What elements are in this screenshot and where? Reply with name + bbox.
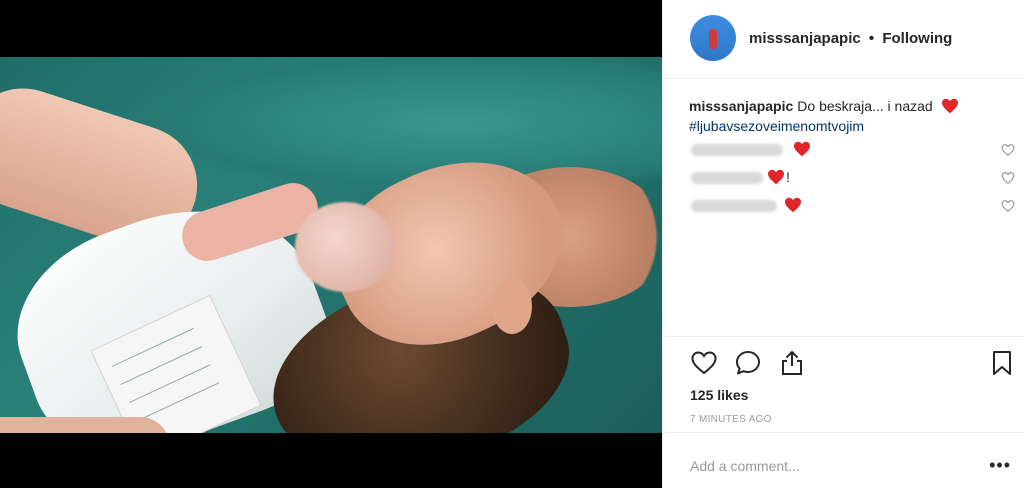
baby-head — [295, 202, 395, 292]
likes-count[interactable]: 125 likes — [690, 387, 748, 403]
comment-row — [689, 193, 1015, 220]
photo-scene — [0, 57, 662, 433]
avatar[interactable] — [690, 15, 736, 61]
comment-suffix: ! — [786, 169, 790, 185]
comment-row: ! — [689, 165, 1015, 192]
blurred-username — [691, 200, 777, 212]
share-icon[interactable] — [778, 349, 806, 377]
post-sidebar: misssanjapapic • Following misssanjapapi… — [662, 0, 1024, 488]
nurse-arm-lower — [0, 417, 170, 433]
header-username[interactable]: misssanjapapic — [749, 30, 861, 47]
hashtag-link[interactable]: #ljubavsezoveimenomtvojim — [689, 116, 1015, 136]
red-heart-icon — [785, 197, 801, 213]
caption-username[interactable]: misssanjapapic — [689, 98, 793, 114]
timestamp[interactable]: 7 MINUTES AGO — [690, 414, 772, 425]
add-comment-input[interactable] — [690, 458, 950, 474]
mother-ear — [492, 279, 532, 334]
comments-section: misssanjapapic Do beskraja... i nazad #lj… — [689, 96, 1015, 220]
blurred-username — [691, 172, 763, 184]
add-comment-bar: ••• — [663, 432, 1024, 489]
red-heart-icon — [941, 98, 958, 114]
blurred-username — [691, 144, 783, 156]
comment-like-icon[interactable] — [1001, 143, 1015, 157]
follow-status[interactable]: Following — [882, 30, 952, 47]
post-header: misssanjapapic • Following — [663, 0, 1024, 79]
bookmark-icon[interactable] — [988, 349, 1016, 377]
comment-like-icon[interactable] — [1001, 171, 1015, 185]
speech-bubble-icon[interactable] — [734, 349, 762, 377]
red-heart-icon — [794, 141, 810, 157]
more-options-button[interactable]: ••• — [989, 455, 1011, 476]
comment-row — [689, 137, 1015, 164]
heart-outline-icon[interactable] — [690, 349, 718, 377]
red-heart-icon — [768, 169, 784, 185]
post-photo[interactable] — [0, 0, 662, 488]
caption-text: Do beskraja... i nazad — [797, 98, 933, 114]
caption: misssanjapapic Do beskraja... i nazad — [689, 96, 1015, 116]
separator-dot: • — [868, 30, 875, 47]
comment-like-icon[interactable] — [1001, 199, 1015, 213]
